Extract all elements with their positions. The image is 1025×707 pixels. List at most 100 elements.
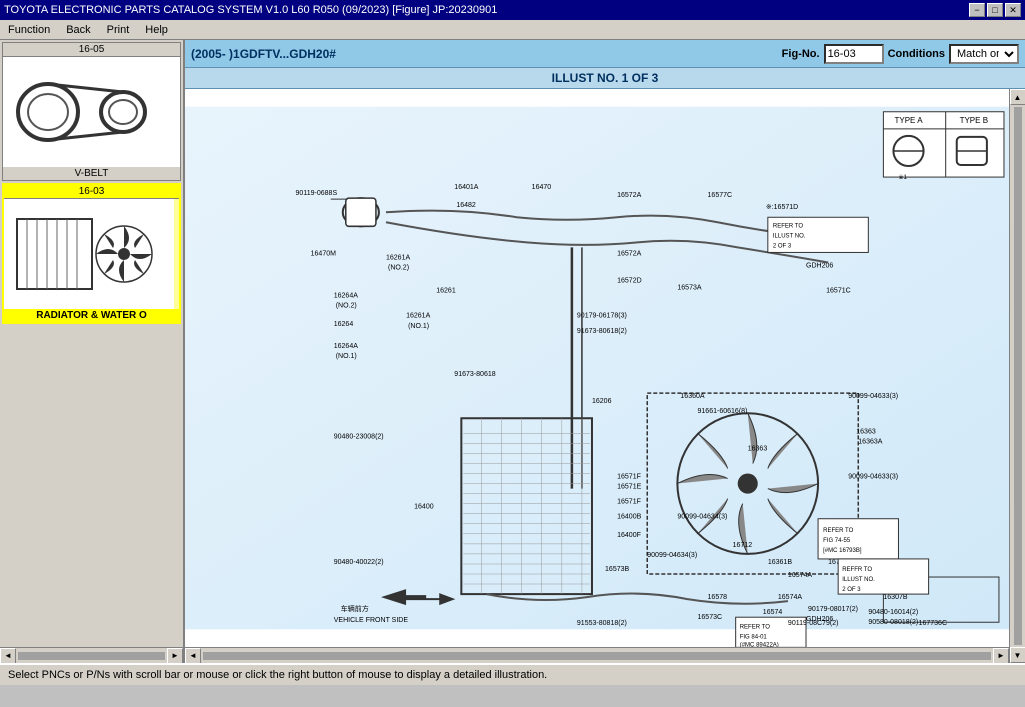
svg-text:16470M: 16470M [311,250,337,257]
svg-text:16571F: 16571F [617,499,641,506]
part-card-vbelt-label: V-BELT [3,167,180,180]
svg-text:※1: ※1 [898,174,907,181]
svg-text:90580-08018(2): 90580-08018(2) [868,619,918,626]
menu-print[interactable]: Print [103,23,134,37]
diagram-wrapper: TYPE A TYPE B ※1 901 [185,89,1025,663]
h-scroll-track[interactable] [203,652,991,660]
svg-text:16572A: 16572A [617,192,642,199]
svg-text:[#MC 16793B]: [#MC 16793B] [823,548,862,554]
svg-text:REFER TO: REFER TO [773,223,804,229]
svg-text:REFER TO: REFER TO [823,528,854,534]
svg-text:91661-60616(8): 91661-60616(8) [697,408,747,415]
svg-text:(#MC 89422A): (#MC 89422A) [740,642,779,647]
svg-text:16361B: 16361B [768,559,793,566]
part-card-vbelt-id: 16-05 [3,43,180,57]
svg-text:16572D: 16572D [617,278,642,285]
status-bar: Select PNCs or P/Ns with scroll bar or m… [0,663,1025,685]
svg-text:FIG 74-55: FIG 74-55 [823,538,851,544]
figno-label: Fig-No. [782,48,820,60]
sidebar-scroll[interactable]: 16-05 V-BELT [0,40,183,647]
svg-text:90480-40022(2): 90480-40022(2) [334,559,384,566]
part-card-vbelt-image [3,57,173,167]
svg-text:16264: 16264 [334,321,354,328]
svg-text:16573B: 16573B [605,566,630,573]
menu-bar: Function Back Print Help [0,20,1025,40]
app-title: TOYOTA ELECTRONIC PARTS CATALOG SYSTEM V… [4,4,497,16]
svg-text:VEHICLE FRONT SIDE: VEHICLE FRONT SIDE [334,617,409,624]
right-content: (2005- )1GDFTV...GDH20# Fig-No. Conditio… [185,40,1025,663]
svg-text:16261A: 16261A [386,254,411,261]
svg-text:16401A: 16401A [454,184,479,191]
menu-function[interactable]: Function [4,23,54,37]
menu-help[interactable]: Help [141,23,172,37]
menu-back[interactable]: Back [62,23,94,37]
top-bar: (2005- )1GDFTV...GDH20# Fig-No. Conditio… [185,40,1025,68]
svg-text:90480-23008(2): 90480-23008(2) [334,433,384,440]
radiator-diagram [9,204,169,304]
svg-text:16360A: 16360A [680,393,705,400]
svg-text:16206: 16206 [592,398,612,405]
svg-text:16470: 16470 [532,184,552,191]
svg-text:16571F: 16571F [617,474,641,481]
svg-text:16577C: 16577C [708,192,733,199]
svg-text:16572A: 16572A [617,250,642,257]
svg-text:(NO.2): (NO.2) [388,265,409,272]
v-scroll-track[interactable] [1014,107,1022,645]
svg-text:90179-06178(3): 90179-06178(3) [577,313,627,320]
close-button[interactable]: ✕ [1005,3,1021,17]
svg-text:16573C: 16573C [697,614,722,621]
svg-text:ILLUST NO.: ILLUST NO. [773,233,806,239]
minimize-button[interactable]: − [969,3,985,17]
svg-text:16400F: 16400F [617,532,641,539]
svg-text:ILLUST NO.: ILLUST NO. [842,577,875,583]
svg-text:16307B: 16307B [883,594,908,601]
status-text: Select PNCs or P/Ns with scroll bar or m… [8,669,547,681]
svg-text:2 OF 3: 2 OF 3 [773,243,792,249]
conditions-dropdown[interactable]: Match on [949,44,1019,64]
svg-text:2 OF 3: 2 OF 3 [842,587,861,593]
svg-text:FIG 84-01: FIG 84-01 [740,634,768,640]
sidebar-scroll-left[interactable]: ◄ [0,648,16,664]
part-card-radiator-label: RADIATOR & WATER O [4,309,179,322]
maximize-button[interactable]: □ [987,3,1003,17]
svg-text:16574A: 16574A [788,572,813,579]
part-card-radiator[interactable]: 16-03 [2,183,181,324]
vbelt-diagram [8,62,168,162]
svg-text:90099-04633(3): 90099-04633(3) [848,474,898,481]
parts-diagram: TYPE A TYPE B ※1 901 [185,89,1009,647]
scroll-left-button[interactable]: ◄ [185,648,201,664]
subtitle-text: (2005- )1GDFTV...GDH20# [191,47,782,61]
sidebar-scroll-right[interactable]: ► [167,648,183,664]
scroll-right-button[interactable]: ► [993,648,1009,664]
svg-text:车辆前方: 车辆前方 [341,604,369,613]
svg-text:16400: 16400 [414,504,434,511]
svg-text:REFFR TO: REFFR TO [842,567,872,573]
window-controls: − □ ✕ [969,3,1021,17]
diagram-inner: TYPE A TYPE B ※1 901 [185,89,1009,663]
sidebar: 16-05 V-BELT [0,40,185,663]
svg-text:90480-16014(2): 90480-16014(2) [868,609,918,616]
part-card-vbelt[interactable]: 16-05 V-BELT [2,42,181,181]
svg-text:16264A: 16264A [334,293,359,300]
svg-text:91553-80818(2): 91553-80818(2) [577,620,627,627]
svg-text:(NO.1): (NO.1) [408,323,429,330]
scroll-down-button[interactable]: ▼ [1010,647,1025,663]
main-content: 16-05 V-BELT [0,40,1025,663]
svg-text:90119-0688S: 90119-0688S [296,190,338,197]
svg-text:16261: 16261 [436,288,456,295]
svg-text:16712: 16712 [733,542,753,549]
svg-text:16482: 16482 [456,202,476,209]
svg-text:91673-80618: 91673-80618 [454,371,495,378]
part-card-radiator-image [4,199,174,309]
svg-text:90119-08C79(2): 90119-08C79(2) [788,620,839,627]
figno-input[interactable] [824,44,884,64]
illust-header: ILLUST NO. 1 OF 3 [185,68,1025,89]
diagram-area[interactable]: TYPE A TYPE B ※1 901 [185,89,1009,647]
svg-text:90179-08017(2): 90179-08017(2) [808,606,858,613]
svg-text:16574A: 16574A [778,594,803,601]
sidebar-scroll-track[interactable] [18,652,165,660]
svg-text:16571E: 16571E [617,484,642,491]
part-card-radiator-id: 16-03 [4,185,179,199]
scroll-up-button[interactable]: ▲ [1010,89,1025,105]
svg-text:167736C: 167736C [919,620,947,627]
